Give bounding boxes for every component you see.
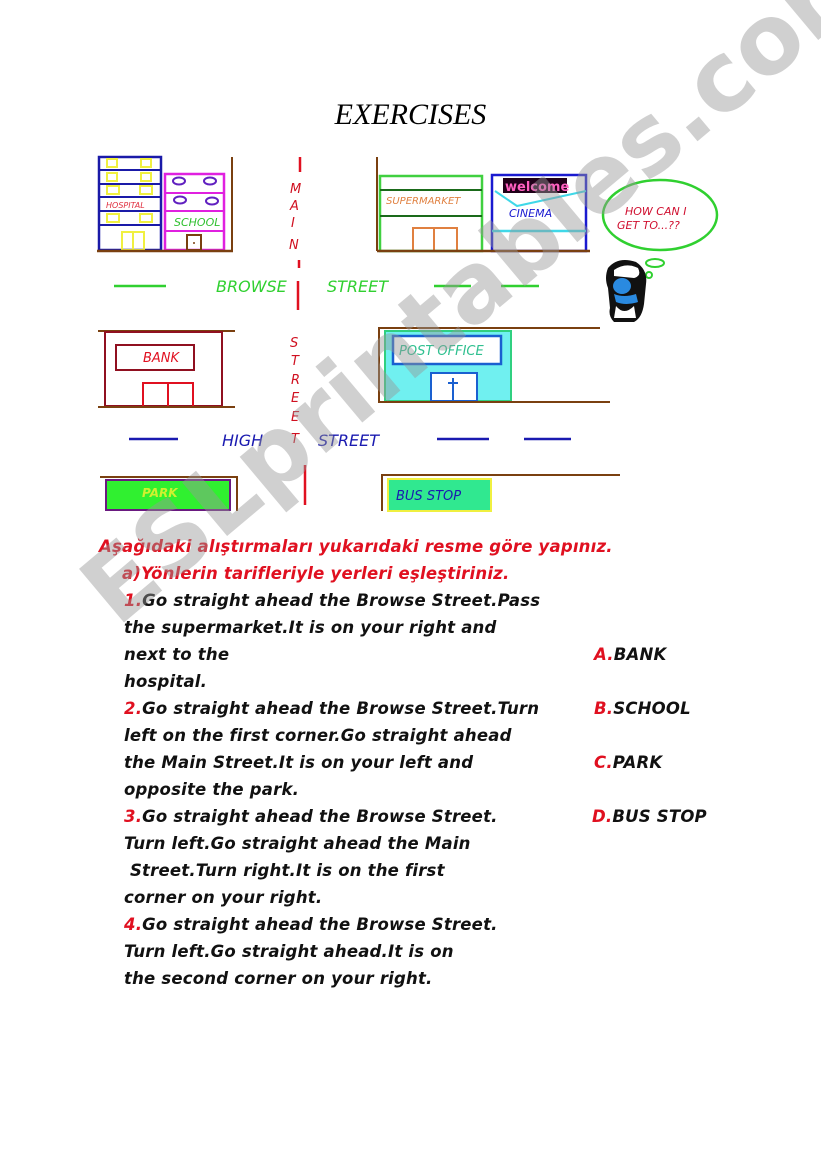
post-office-label: POST OFFICE xyxy=(399,344,484,359)
svg-text:HOW CAN I: HOW CAN I xyxy=(625,205,686,218)
exercise-number: 4 xyxy=(124,915,136,934)
supermarket-label: SUPERMARKET xyxy=(386,196,461,207)
exercise-line: Go straight ahead the Browse Street.Turn xyxy=(142,699,540,718)
exercise-line: the supermarket.It is on your right and xyxy=(124,618,497,637)
svg-text:T: T xyxy=(291,432,300,447)
svg-text:R: R xyxy=(291,373,300,388)
exercise-number: 1 xyxy=(124,591,136,610)
svg-text:HIGH: HIGH xyxy=(222,431,263,450)
svg-text:E: E xyxy=(291,391,300,406)
bank-label: BANK xyxy=(143,351,181,366)
svg-text:STREET: STREET xyxy=(327,277,389,296)
answer-option-a: A.BANK xyxy=(594,645,667,664)
exercise-line: Go straight ahead the Browse Street.Pass xyxy=(142,591,541,610)
cinema-welcome-sign: welcome xyxy=(505,180,569,195)
exercise-line: next to the xyxy=(124,645,230,664)
svg-text:M: M xyxy=(290,182,301,197)
main-street-label: M A I N xyxy=(289,182,301,253)
cinema-label: CINEMA xyxy=(509,207,552,220)
answer-option-c: C.PARK xyxy=(594,753,663,772)
post-office-building: POST OFFICE xyxy=(378,327,610,403)
park-label: PARK xyxy=(142,486,179,500)
instructions-subheading: a)Yönlerin tarifleriyle yerleri eşleştir… xyxy=(122,564,510,583)
svg-text:BROWSE: BROWSE xyxy=(216,277,288,296)
bus-stop-label: BUS STOP xyxy=(396,489,461,504)
svg-text:T: T xyxy=(291,354,300,369)
instructions-heading: Aşağıdaki alıştırmaları yukarıdaki resme… xyxy=(99,537,613,556)
exercise-line: Go straight ahead the Browse Street. xyxy=(142,915,498,934)
exercise-line: corner on your right. xyxy=(124,888,323,907)
hospital-building: HOSPITAL xyxy=(97,155,163,252)
school-building: SCHOOL xyxy=(163,172,226,252)
svg-text:S: S xyxy=(290,336,298,351)
supermarket-building: SUPERMARKET xyxy=(378,174,484,253)
street-map: HOSPITAL SCHOOL M A I N S T R E E T SUPE… xyxy=(97,155,719,512)
hospital-label: HOSPITAL xyxy=(106,201,145,210)
svg-text:A: A xyxy=(289,199,299,214)
park-area: PARK xyxy=(100,476,238,511)
exercise-line: Turn left.Go straight ahead the Main xyxy=(124,834,471,853)
exercise-line: Street.Turn right.It is on the first xyxy=(124,861,445,880)
bank-building: BANK xyxy=(98,330,235,408)
browse-street: BROWSE STREET xyxy=(114,277,539,296)
smurf-character-icon xyxy=(606,260,647,322)
svg-text:STREET: STREET xyxy=(318,431,380,450)
svg-text:N: N xyxy=(289,238,299,253)
answer-option-d: D.BUS STOP xyxy=(592,807,707,826)
exercise-line: hospital. xyxy=(124,672,208,691)
svg-text:GET TO...??: GET TO...?? xyxy=(617,219,680,232)
school-label: SCHOOL xyxy=(174,216,220,229)
main-street-label-street: S T R E E T xyxy=(290,336,300,447)
exercise-line: the Main Street.It is on your left and xyxy=(124,753,474,772)
exercise-line: the second corner on your right. xyxy=(124,969,433,988)
svg-text:I: I xyxy=(291,216,295,231)
answer-option-b: B.SCHOOL xyxy=(594,699,691,718)
exercise-number: 2 xyxy=(124,699,136,718)
bus-stop-area: BUS STOP xyxy=(381,474,620,512)
cinema-building: welcome CINEMA xyxy=(490,173,588,253)
exercise-number: 3 xyxy=(124,807,136,826)
svg-text:E: E xyxy=(291,410,300,425)
exercise-line: Turn left.Go straight ahead.It is on xyxy=(124,942,454,961)
high-street: HIGH STREET xyxy=(129,431,571,450)
exercise-line: Go straight ahead the Browse Street. xyxy=(142,807,498,826)
exercise-line: opposite the park. xyxy=(124,780,300,799)
exercise-line: left on the first corner.Go straight ahe… xyxy=(124,726,512,745)
